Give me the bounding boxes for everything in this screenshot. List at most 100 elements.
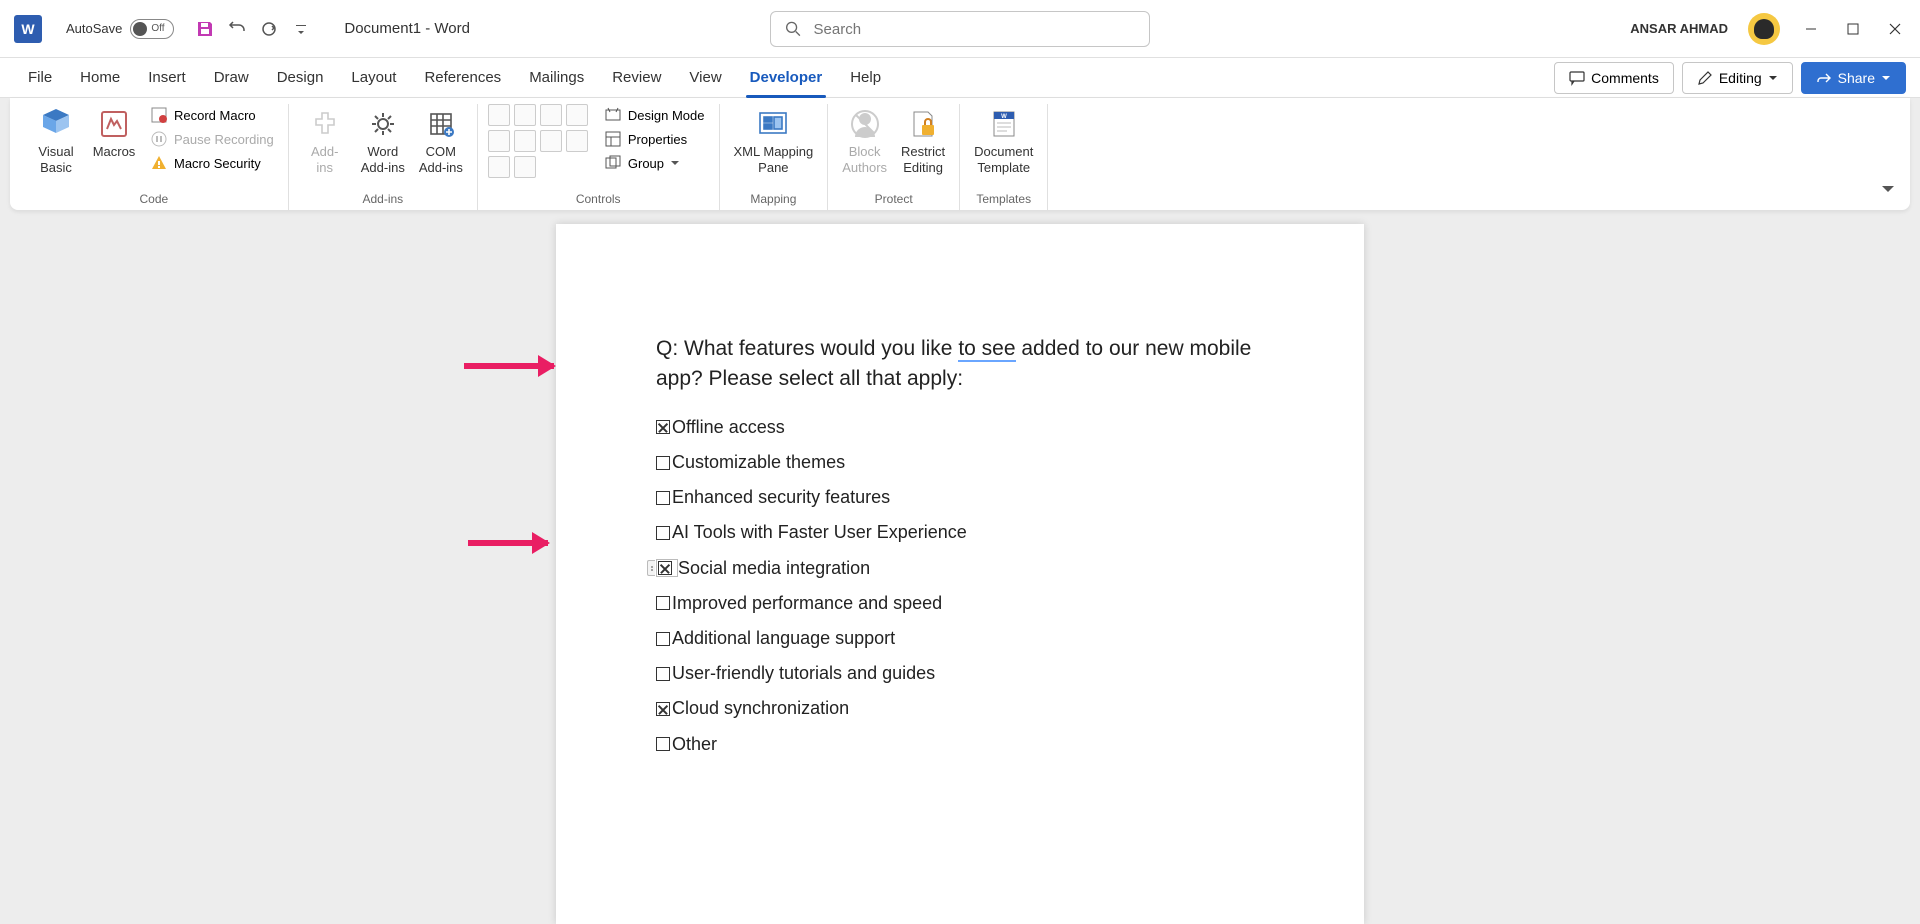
content-controls-gallery[interactable]: [488, 104, 588, 178]
restrict-editing-icon: [905, 106, 941, 142]
option-label: Offline access: [672, 415, 785, 440]
annotation-arrow-1: [464, 363, 554, 369]
checkbox-content-control[interactable]: [656, 491, 670, 505]
tab-draw[interactable]: Draw: [200, 58, 263, 98]
checkbox-control-icon[interactable]: [488, 130, 510, 152]
editing-mode-button[interactable]: Editing: [1682, 62, 1793, 94]
tab-references[interactable]: References: [410, 58, 515, 98]
search-input[interactable]: [814, 21, 1135, 38]
legacy-tools-icon[interactable]: [514, 156, 536, 178]
checkbox-content-control[interactable]: [656, 596, 670, 610]
option-label: Cloud synchronization: [672, 696, 849, 721]
checkbox-content-control[interactable]: [656, 526, 670, 540]
maximize-button[interactable]: [1842, 18, 1864, 40]
search-container: [770, 11, 1150, 47]
spelling-underline[interactable]: to see: [958, 337, 1015, 362]
ribbon-group-code: VisualBasic Macros Record Macro Pause Re…: [20, 104, 289, 210]
share-label: Share: [1838, 70, 1875, 86]
tab-design[interactable]: Design: [263, 58, 338, 98]
tab-insert[interactable]: Insert: [134, 58, 200, 98]
block-authors-label: BlockAuthors: [842, 144, 887, 175]
rich-text-control-icon[interactable]: [488, 104, 510, 126]
option-row: Social media integration: [656, 556, 1264, 581]
ribbon-collapse-button[interactable]: [1880, 181, 1896, 202]
option-row: User-friendly tutorials and guides: [656, 661, 1264, 686]
editing-label: Editing: [1719, 70, 1762, 86]
document-canvas[interactable]: Q: What features would you like to see a…: [0, 224, 1920, 924]
xml-mapping-label: XML MappingPane: [734, 144, 814, 175]
group-label-protect: Protect: [875, 192, 913, 210]
repeating-control-icon[interactable]: [488, 156, 510, 178]
visual-basic-button[interactable]: VisualBasic: [30, 104, 82, 177]
checkbox-icon[interactable]: [658, 561, 672, 575]
xml-mapping-button[interactable]: XML MappingPane: [730, 104, 818, 177]
content-control-handle[interactable]: [647, 560, 655, 576]
word-addins-button[interactable]: WordAdd-ins: [357, 104, 409, 177]
checkbox-content-control[interactable]: [656, 702, 670, 716]
plain-text-control-icon[interactable]: [514, 104, 536, 126]
ribbon-tabs: FileHomeInsertDrawDesignLayoutReferences…: [0, 58, 1920, 98]
checkbox-content-control[interactable]: [656, 667, 670, 681]
group-controls-button[interactable]: Group: [600, 152, 709, 174]
save-button[interactable]: [192, 16, 218, 42]
comments-button[interactable]: Comments: [1554, 62, 1674, 94]
xml-mapping-icon: [755, 106, 791, 142]
checkbox-content-control[interactable]: [656, 737, 670, 751]
ribbon-group-mapping: XML MappingPane Mapping: [720, 104, 829, 210]
combobox-control-icon[interactable]: [514, 130, 536, 152]
chevron-down-icon: [1768, 73, 1778, 83]
building-block-control-icon[interactable]: [566, 104, 588, 126]
dropdown-control-icon[interactable]: [540, 130, 562, 152]
tab-help[interactable]: Help: [836, 58, 895, 98]
search-box[interactable]: [770, 11, 1150, 47]
minimize-button[interactable]: [1800, 18, 1822, 40]
group-label-code: Code: [140, 192, 169, 210]
document-template-button[interactable]: W DocumentTemplate: [970, 104, 1037, 177]
tab-file[interactable]: File: [14, 58, 66, 98]
checkbox-content-control[interactable]: [656, 559, 678, 577]
share-button[interactable]: Share: [1801, 62, 1906, 94]
checkbox-content-control[interactable]: [656, 456, 670, 470]
group-label: Group: [628, 156, 664, 171]
page[interactable]: Q: What features would you like to see a…: [556, 224, 1364, 924]
macros-button[interactable]: Macros: [88, 104, 140, 162]
picture-control-icon[interactable]: [540, 104, 562, 126]
visual-basic-icon: [38, 106, 74, 142]
pause-recording-button: Pause Recording: [146, 128, 278, 150]
question-text: Q: What features would you like to see a…: [656, 334, 1264, 395]
comment-icon: [1569, 70, 1585, 86]
tab-developer[interactable]: Developer: [736, 58, 837, 98]
checkbox-content-control[interactable]: [656, 420, 670, 434]
checkbox-content-control[interactable]: [656, 632, 670, 646]
tab-mailings[interactable]: Mailings: [515, 58, 598, 98]
macro-security-label: Macro Security: [174, 156, 261, 171]
design-mode-button[interactable]: Design Mode: [600, 104, 709, 126]
user-avatar[interactable]: [1748, 13, 1780, 45]
tab-view[interactable]: View: [675, 58, 735, 98]
close-button[interactable]: [1884, 18, 1906, 40]
pencil-icon: [1697, 70, 1713, 86]
option-label: User-friendly tutorials and guides: [672, 661, 935, 686]
undo-button[interactable]: [224, 16, 250, 42]
autosave-toggle[interactable]: AutoSave Off: [66, 19, 174, 39]
date-picker-control-icon[interactable]: [566, 130, 588, 152]
option-row: Cloud synchronization: [656, 696, 1264, 721]
record-macro-button[interactable]: Record Macro: [146, 104, 278, 126]
properties-label: Properties: [628, 132, 687, 147]
tab-layout[interactable]: Layout: [337, 58, 410, 98]
autosave-label: AutoSave: [66, 21, 122, 36]
restrict-editing-button[interactable]: RestrictEditing: [897, 104, 949, 177]
com-addins-label: COMAdd-ins: [419, 144, 463, 175]
com-addins-button[interactable]: COMAdd-ins: [415, 104, 467, 177]
svg-text:W: W: [1001, 114, 1007, 120]
tab-home[interactable]: Home: [66, 58, 134, 98]
redo-button[interactable]: [256, 16, 282, 42]
macro-security-button[interactable]: Macro Security: [146, 152, 278, 174]
autosave-switch[interactable]: Off: [130, 19, 174, 39]
annotation-arrow-2: [468, 540, 548, 546]
option-label: Additional language support: [672, 626, 895, 651]
properties-button[interactable]: Properties: [600, 128, 709, 150]
tab-review[interactable]: Review: [598, 58, 675, 98]
com-addins-icon: [423, 106, 459, 142]
qat-customize[interactable]: [288, 16, 314, 42]
